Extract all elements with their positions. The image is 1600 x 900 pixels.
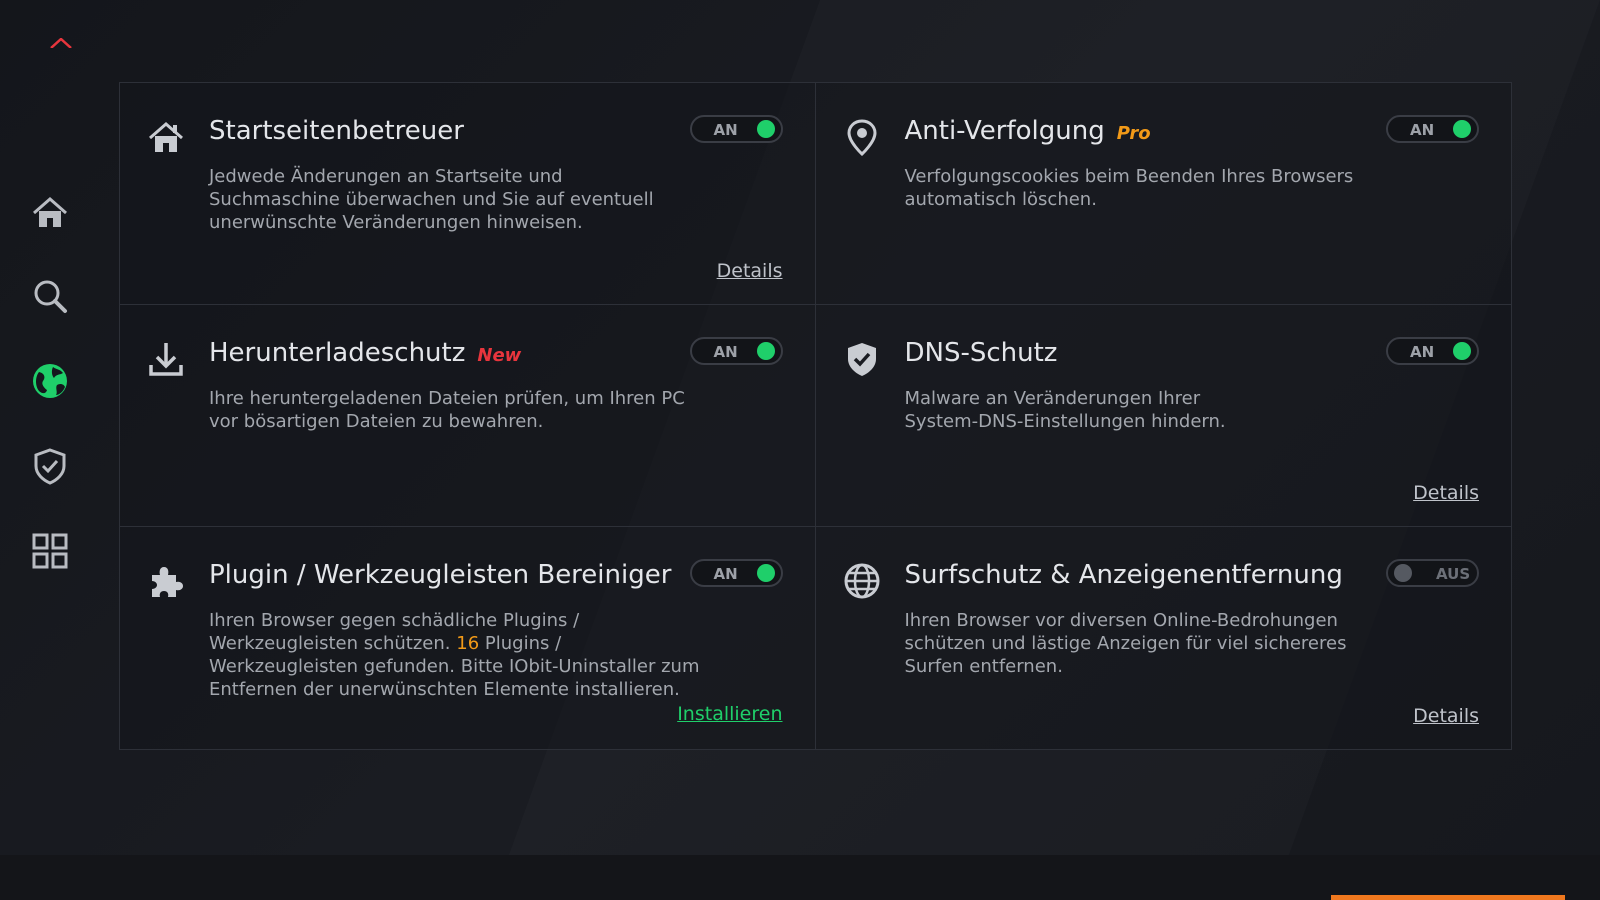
feature-grid: Startseitenbetreuer Jedwede Änderungen a… — [119, 82, 1512, 750]
details-link[interactable]: Details — [1413, 705, 1479, 727]
card-plugin: Plugin / Werkzeugleisten Bereiniger Ihre… — [120, 527, 816, 749]
logo-icon — [50, 38, 72, 48]
card-description: Ihren Browser vor diversen Online-Bedroh… — [905, 609, 1425, 678]
desc-line: Werkzeugleisten schützen. 16 Plugins / — [209, 632, 729, 655]
shield-icon — [34, 448, 66, 485]
desc-line: Ihren Browser gegen schädliche Plugins / — [209, 610, 580, 631]
card-title-text: Startseitenbetreuer — [209, 116, 464, 146]
new-badge: New — [477, 345, 522, 366]
card-surf: Surfschutz & Anzeigenentfernung Ihren Br… — [816, 527, 1512, 749]
globe-icon — [33, 364, 67, 398]
toggle-knob — [1394, 564, 1412, 582]
desc-line: System-DNS-Einstellungen hindern. — [904, 411, 1226, 432]
card-homepage: Startseitenbetreuer Jedwede Änderungen a… — [120, 83, 816, 305]
card-title: DNS-Schutz — [905, 338, 1058, 368]
toggle-knob — [756, 564, 775, 582]
desc-line: automatisch löschen. — [904, 189, 1097, 210]
card-description: Verfolgungscookies beim Beenden Ihres Br… — [905, 165, 1425, 211]
footer-bar — [0, 855, 1600, 900]
shield-check-icon — [840, 337, 884, 381]
sidebar-item-browser-protection[interactable] — [27, 358, 73, 404]
card-title-text: DNS-Schutz — [904, 338, 1058, 368]
sidebar-item-search[interactable] — [27, 273, 73, 319]
desc-line: Werkzeugleisten gefunden. Bitte IObit-Un… — [209, 656, 700, 677]
desc-line: Surfen entfernen. — [904, 656, 1063, 677]
install-link[interactable]: Installieren — [677, 703, 782, 725]
toggle-knob — [1453, 342, 1471, 360]
toggle-surf[interactable]: AUS — [1386, 559, 1479, 587]
toggle-label: AUS — [1436, 565, 1471, 583]
sidebar-item-tools[interactable] — [27, 528, 73, 574]
plugin-count: 16 — [456, 633, 480, 654]
toggle-download[interactable]: AN — [689, 337, 783, 365]
sidebar — [0, 0, 100, 855]
card-dns: DNS-Schutz Malware an Veränderungen Ihre… — [815, 305, 1511, 527]
card-title: Plugin / Werkzeugleisten Bereiniger — [209, 560, 671, 590]
globe-icon — [840, 559, 884, 603]
home-icon — [144, 115, 188, 159]
toggle-label: AN — [1410, 121, 1435, 139]
desc-line: unerwünschte Veränderungen hinweisen. — [209, 212, 583, 233]
details-link[interactable]: Details — [1413, 482, 1479, 504]
pro-badge: Pro — [1116, 123, 1151, 144]
toggle-label: AN — [713, 343, 738, 361]
location-pin-icon — [840, 115, 884, 159]
desc-line: schützen und lästige Anzeigen für viel s… — [904, 633, 1347, 654]
home-icon — [33, 197, 67, 227]
toggle-label: AN — [1410, 343, 1435, 361]
card-anti-tracking: Anti-Verfolgung Pro Verfolgungscookies b… — [815, 83, 1511, 305]
search-icon — [34, 280, 67, 313]
desc-text: Plugins / — [479, 633, 562, 654]
desc-line: Entfernen der unerwünschten Elemente ins… — [209, 679, 680, 700]
desc-line: Malware an Veränderungen Ihrer — [904, 388, 1201, 409]
desc-text: Werkzeugleisten schützen. — [209, 633, 457, 654]
card-title-text: Anti-Verfolgung — [904, 116, 1105, 146]
upgrade-button[interactable] — [1331, 895, 1565, 900]
card-title-text: Plugin / Werkzeugleisten Bereiniger — [209, 560, 672, 590]
toggle-anti-tracking[interactable]: AN — [1386, 115, 1479, 143]
toggle-label: AN — [713, 565, 738, 583]
card-description: Ihren Browser gegen schädliche Plugins /… — [209, 609, 729, 701]
toggle-knob — [1453, 120, 1471, 138]
desc-line: Jedwede Änderungen an Startseite und — [209, 166, 563, 187]
desc-line: vor bösartigen Dateien zu bewahren. — [209, 411, 544, 432]
details-link[interactable]: Details — [717, 260, 783, 282]
toggle-plugin[interactable]: AN — [689, 559, 783, 587]
card-description: Malware an Veränderungen Ihrer System-DN… — [905, 387, 1425, 433]
card-description: Jedwede Änderungen an Startseite und Suc… — [209, 165, 729, 234]
app-window: Startseitenbetreuer Jedwede Änderungen a… — [0, 0, 1600, 900]
card-download: Herunterladeschutz New Ihre heruntergela… — [120, 305, 816, 527]
card-title: Anti-Verfolgung Pro — [905, 116, 1151, 146]
desc-line: Ihren Browser vor diversen Online-Bedroh… — [904, 610, 1338, 631]
card-description: Ihre heruntergeladenen Dateien prüfen, u… — [209, 387, 729, 433]
card-title-text: Surfschutz & Anzeigenentfernung — [904, 560, 1343, 590]
toggle-label: AN — [713, 121, 738, 139]
toggle-dns[interactable]: AN — [1386, 337, 1479, 365]
grid-icon — [32, 533, 68, 569]
toggle-knob — [756, 342, 775, 360]
card-title: Surfschutz & Anzeigenentfernung — [905, 560, 1343, 590]
desc-line: Ihre heruntergeladenen Dateien prüfen, u… — [209, 388, 685, 409]
desc-line: Verfolgungscookies beim Beenden Ihres Br… — [904, 166, 1354, 187]
card-title: Herunterladeschutz New — [209, 338, 521, 368]
toggle-homepage[interactable]: AN — [689, 115, 783, 143]
card-title: Startseitenbetreuer — [209, 116, 464, 146]
sidebar-item-security[interactable] — [27, 443, 73, 489]
puzzle-icon — [144, 559, 188, 603]
toggle-knob — [756, 120, 775, 138]
desc-line: Suchmaschine überwachen und Sie auf even… — [209, 189, 654, 210]
download-icon — [144, 337, 188, 381]
sidebar-item-home[interactable] — [27, 190, 73, 236]
card-title-text: Herunterladeschutz — [209, 338, 466, 368]
